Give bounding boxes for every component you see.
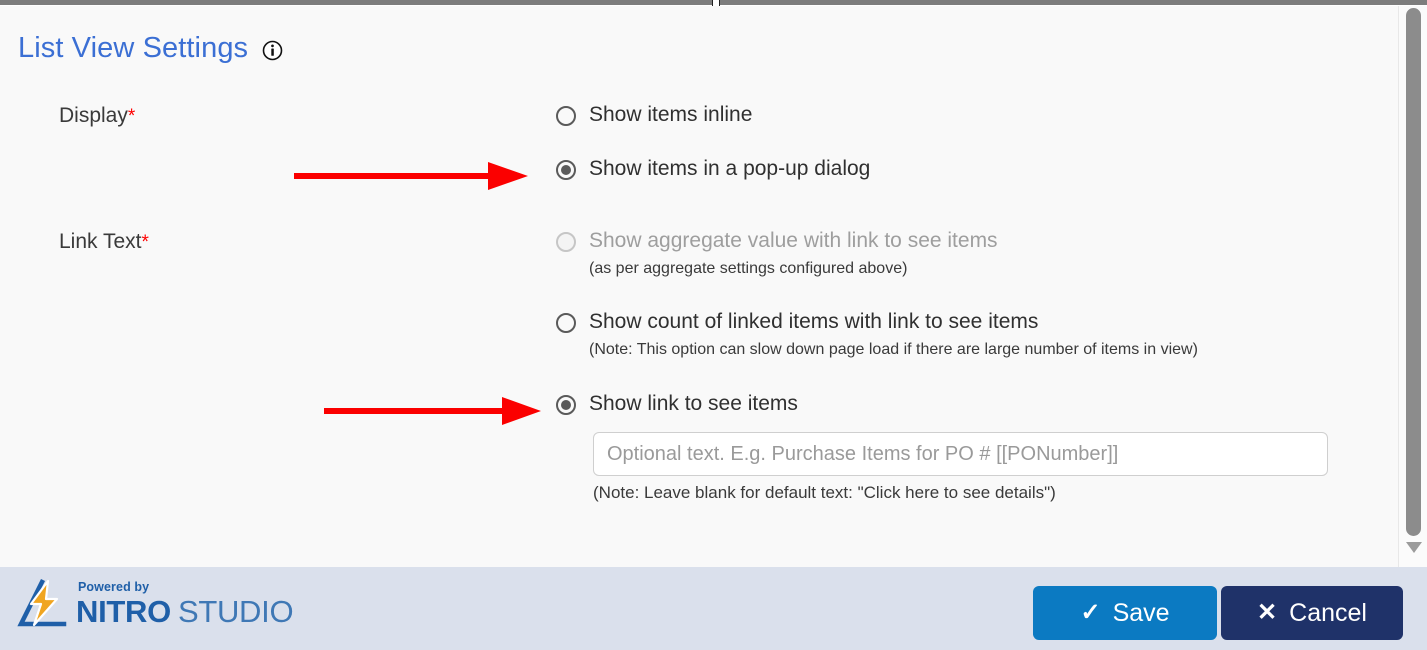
- radio-label-show-items-inline: Show items inline: [589, 103, 753, 126]
- radio-option-show-items-popup[interactable]: Show items in a pop-up dialog: [556, 156, 870, 182]
- radio-show-aggregate-value[interactable]: [556, 232, 576, 252]
- radio-option-show-aggregate-value[interactable]: Show aggregate value with link to see it…: [556, 228, 998, 280]
- radio-label-show-aggregate-value: Show aggregate value with link to see it…: [589, 229, 998, 252]
- logo-powered-by-text: Powered by: [78, 580, 150, 595]
- radio-option-show-link-to-see-items[interactable]: Show link to see items: [556, 391, 798, 417]
- list-view-settings-dialog: List View Settings Display* Link Text* S…: [0, 0, 1427, 650]
- link-text-input-note: (Note: Leave blank for default text: "Cl…: [593, 483, 1056, 502]
- save-button-label: Save: [1112, 598, 1170, 627]
- cancel-button[interactable]: ✕ Cancel: [1221, 586, 1403, 640]
- logo-brand-nitro: NITRO: [76, 593, 171, 629]
- display-label-text: Display: [59, 104, 128, 127]
- logo-brand-studio: STUDIO: [177, 593, 294, 629]
- radio-show-link-to-see-items[interactable]: [556, 395, 576, 415]
- link-text-input[interactable]: [593, 432, 1328, 476]
- settings-panel: List View Settings Display* Link Text* S…: [0, 6, 1398, 567]
- radio-label-show-items-popup: Show items in a pop-up dialog: [589, 157, 871, 180]
- close-x-icon: ✕: [1257, 599, 1278, 626]
- info-circle-icon[interactable]: [262, 40, 283, 61]
- radio-option-show-count-of-linked-items[interactable]: Show count of linked items with link to …: [556, 309, 1198, 361]
- page-title-row: List View Settings: [18, 32, 283, 65]
- save-button[interactable]: ✓ Save: [1033, 586, 1217, 640]
- radio-option-body: Show items inline: [589, 102, 752, 128]
- radio-label-show-link-to-see-items: Show link to see items: [589, 392, 798, 415]
- radio-note-show-count-of-linked-items: (Note: This option can slow down page lo…: [589, 341, 1198, 358]
- arrow-to-show-link-option: [324, 397, 541, 425]
- vertical-scrollbar-thumb[interactable]: [1406, 8, 1421, 536]
- link-text-field-label: Link Text*: [59, 230, 149, 254]
- radio-show-count-of-linked-items[interactable]: [556, 313, 576, 333]
- link-text-label-text: Link Text: [59, 230, 142, 253]
- radio-show-items-inline[interactable]: [556, 106, 576, 126]
- arrow-to-popup-option: [294, 162, 528, 190]
- logo-brand-text: NITRO STUDIO: [76, 593, 294, 629]
- radio-option-body: Show count of linked items with link to …: [589, 309, 1198, 361]
- radio-option-body: Show aggregate value with link to see it…: [589, 228, 998, 280]
- page-title: List View Settings: [18, 32, 249, 64]
- radio-option-body: Show items in a pop-up dialog: [589, 156, 870, 182]
- horizontal-scrollbar-track-left[interactable]: [0, 0, 712, 5]
- radio-option-show-items-inline[interactable]: Show items inline: [556, 102, 752, 128]
- radio-note-show-aggregate-value: (as per aggregate settings configured ab…: [589, 260, 908, 277]
- horizontal-scrollbar-track-right[interactable]: [720, 0, 1427, 5]
- check-icon: ✓: [1080, 599, 1101, 626]
- display-field-label: Display*: [59, 104, 135, 128]
- nitro-studio-logo: Powered by NITRO STUDIO: [17, 578, 294, 630]
- radio-show-items-popup[interactable]: [556, 160, 576, 180]
- radio-label-show-count-of-linked-items: Show count of linked items with link to …: [589, 310, 1039, 333]
- display-required-marker: *: [127, 106, 136, 127]
- vertical-scrollbar[interactable]: [1398, 6, 1427, 567]
- logo-wordmark: Powered by NITRO STUDIO: [76, 580, 294, 629]
- nitro-lightning-triangle-icon: [17, 578, 73, 629]
- cancel-button-label: Cancel: [1289, 598, 1367, 627]
- link-text-required-marker: *: [141, 232, 149, 253]
- radio-option-body: Show link to see items: [589, 391, 798, 417]
- scroll-down-arrow[interactable]: [1406, 542, 1422, 553]
